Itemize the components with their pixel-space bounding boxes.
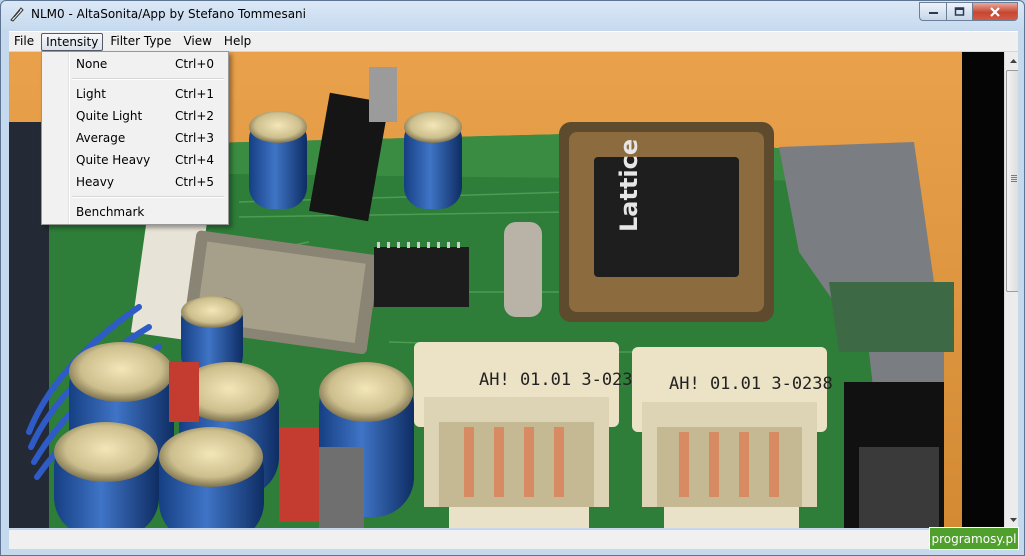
close-icon bbox=[990, 6, 1000, 17]
scroll-up-button[interactable] bbox=[1005, 52, 1018, 69]
capacitor-large-4 bbox=[159, 427, 264, 528]
option-label: Quite Heavy bbox=[76, 153, 151, 167]
app-icon bbox=[10, 7, 24, 22]
option-label: None bbox=[76, 57, 108, 71]
close-button[interactable] bbox=[973, 2, 1018, 21]
option-shortcut: Ctrl+5 bbox=[175, 175, 215, 189]
svg-text:AH! 01.01 3-0235: AH! 01.01 3-0235 bbox=[479, 370, 643, 390]
option-shortcut: Ctrl+4 bbox=[175, 153, 215, 167]
scroll-thumb[interactable] bbox=[1006, 70, 1018, 292]
option-shortcut: Ctrl+1 bbox=[175, 87, 215, 101]
window-title: NLM0 - AltaSonita/App by Stefano Tommesa… bbox=[31, 7, 306, 21]
maximize-button[interactable] bbox=[946, 2, 973, 21]
arrow-down-icon bbox=[1009, 517, 1017, 522]
menu-option-quite-heavy[interactable]: Quite Heavy Ctrl+4 bbox=[44, 149, 226, 171]
grip-icon bbox=[1011, 175, 1017, 182]
chip-label: Lattice bbox=[615, 139, 643, 232]
vertical-scrollbar[interactable] bbox=[1004, 52, 1018, 528]
svg-text:AH! 01.01 3-0238: AH! 01.01 3-0238 bbox=[669, 374, 833, 394]
transformer-left: AH! 01.01 3-0235 bbox=[414, 342, 643, 528]
menu-help[interactable]: Help bbox=[219, 33, 256, 51]
menu-view[interactable]: View bbox=[178, 33, 216, 51]
scroll-down-button[interactable] bbox=[1005, 511, 1018, 528]
arrow-up-icon bbox=[1009, 58, 1017, 63]
menu-option-quite-light[interactable]: Quite Light Ctrl+2 bbox=[44, 105, 226, 127]
menu-separator bbox=[44, 75, 226, 83]
menu-file[interactable]: File bbox=[9, 33, 39, 51]
option-label: Average bbox=[76, 131, 126, 145]
minimize-icon bbox=[928, 12, 938, 14]
status-bar bbox=[9, 529, 1018, 549]
maximize-icon bbox=[954, 7, 965, 16]
option-label: Heavy bbox=[76, 175, 114, 189]
transformer-right: AH! 01.01 3-0238 bbox=[632, 347, 833, 528]
option-label: Light bbox=[76, 87, 106, 101]
option-label: Benchmark bbox=[76, 205, 145, 219]
menu-filter-type[interactable]: Filter Type bbox=[105, 33, 176, 51]
capacitor-top-left bbox=[249, 111, 307, 209]
title-bar[interactable]: NLM0 - AltaSonita/App by Stefano Tommesa… bbox=[1, 1, 1024, 29]
option-shortcut: Ctrl+2 bbox=[175, 109, 215, 123]
option-shortcut: Ctrl+3 bbox=[175, 131, 215, 145]
caption-buttons bbox=[919, 2, 1018, 21]
menu-option-heavy[interactable]: Heavy Ctrl+5 bbox=[44, 171, 226, 193]
menu-option-light[interactable]: Light Ctrl+1 bbox=[44, 83, 226, 105]
option-shortcut: Ctrl+0 bbox=[175, 57, 215, 71]
minimize-button[interactable] bbox=[919, 2, 946, 21]
menu-bar: File Intensity Filter Type View Help bbox=[9, 31, 1018, 51]
menu-option-benchmark[interactable]: Benchmark bbox=[44, 201, 226, 223]
menu-option-average[interactable]: Average Ctrl+3 bbox=[44, 127, 226, 149]
intensity-dropdown-menu: None Ctrl+0 Light Ctrl+1 Quite Light Ctr… bbox=[41, 51, 229, 225]
menu-intensity[interactable]: Intensity bbox=[41, 32, 104, 51]
option-label: Quite Light bbox=[76, 109, 143, 123]
capacitor-large-3 bbox=[54, 422, 159, 528]
capacitor-top-mid bbox=[404, 111, 462, 209]
menu-separator bbox=[44, 193, 226, 201]
menu-option-none[interactable]: None Ctrl+0 bbox=[44, 53, 226, 75]
watermark-badge: programosy.pl bbox=[929, 527, 1019, 550]
